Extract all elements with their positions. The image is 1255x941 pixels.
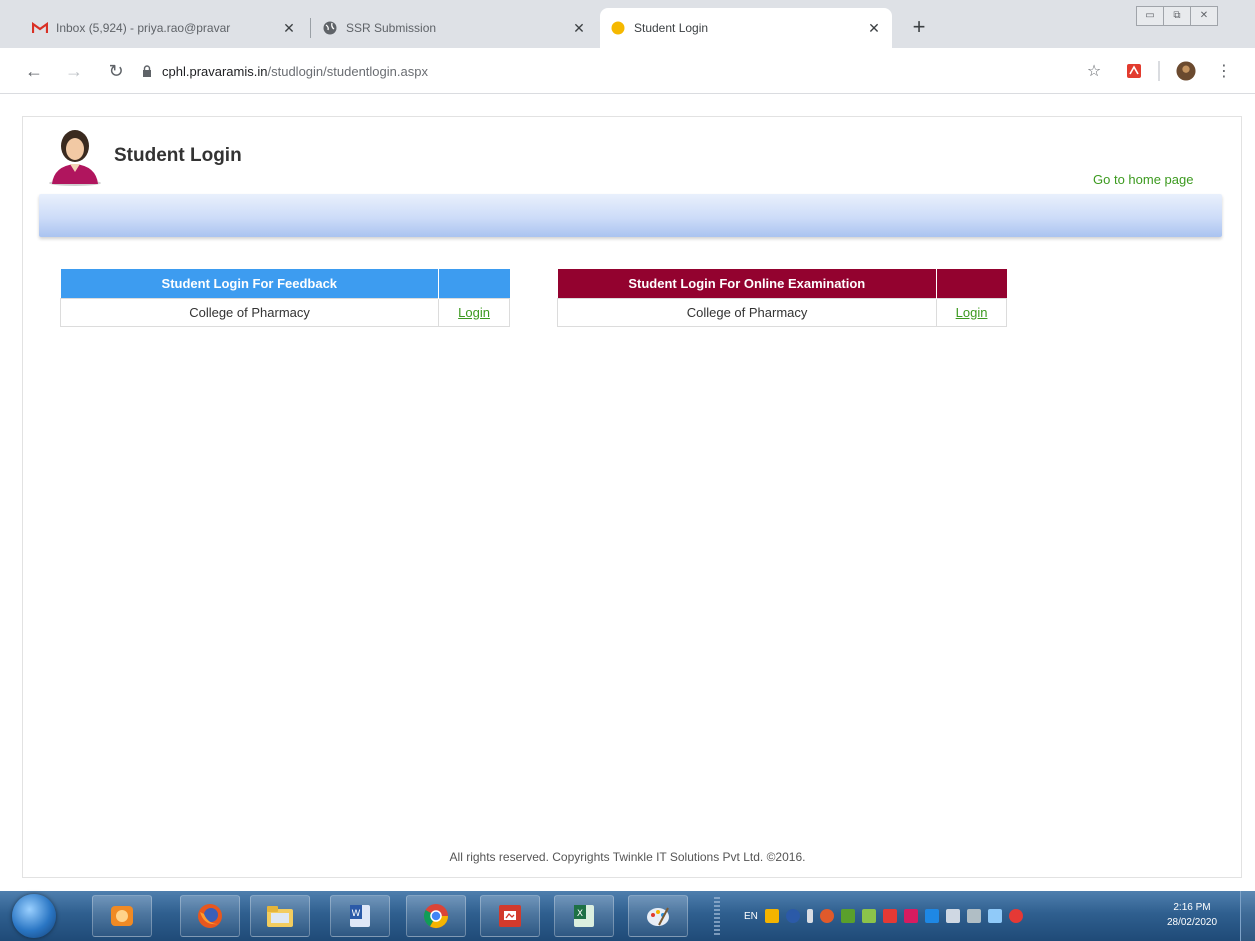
tray-divider [714, 897, 720, 935]
address-bar[interactable]: cphl.pravaramis.in/studlogin/studentlogi… [140, 56, 1080, 86]
college-name-cell: College of Pharmacy [556, 297, 938, 327]
tray-app-icon[interactable] [764, 909, 779, 923]
restore-icon[interactable]: ⧉ [1163, 6, 1191, 26]
header-banner-bar [39, 194, 1222, 237]
power-icon[interactable] [966, 909, 981, 923]
exam-login-table: Student Login For Online Examination Col… [556, 269, 1007, 327]
tray-app-icon[interactable] [882, 909, 897, 923]
page-title: Student Login [114, 145, 242, 166]
close-tab-icon[interactable]: ✕ [571, 20, 587, 37]
extension-icon[interactable] [1124, 61, 1144, 81]
login-cell: Login [438, 297, 510, 327]
college-name-cell: College of Pharmacy [59, 297, 440, 327]
table-header-row: Student Login For Feedback [60, 269, 510, 298]
url-host: cphl.pravaramis.in [162, 63, 268, 79]
table-row: College of Pharmacy Login [59, 297, 510, 327]
svg-text:W: W [352, 909, 361, 919]
excel-icon[interactable]: X [554, 895, 614, 937]
tab-divider [310, 18, 311, 38]
clock-date: 28/02/2020 [1166, 917, 1218, 928]
table-header-row: Student Login For Online Examination [557, 269, 1007, 298]
tab-title: Student Login [634, 21, 709, 35]
presentation-icon[interactable] [480, 895, 540, 937]
close-tab-icon[interactable]: ✕ [866, 20, 882, 37]
file-explorer-icon[interactable] [250, 895, 310, 937]
login-cell: Login [936, 297, 1007, 327]
header-empty-cell [936, 269, 1007, 298]
menu-kebab-icon[interactable]: ⋮ [1214, 61, 1234, 81]
show-desktop-button[interactable] [1240, 891, 1255, 941]
profile-avatar-icon[interactable] [1176, 61, 1196, 81]
volume-muted-icon[interactable] [1008, 909, 1023, 923]
toolbar-divider [1158, 61, 1160, 81]
bookmark-star-icon[interactable]: ☆ [1084, 61, 1104, 81]
browser-toolbar: ← → ↻ cphl.pravaramis.in/studlogin/stude… [0, 48, 1255, 94]
clock-time: 2:16 PM [1173, 902, 1211, 913]
tab-student-login[interactable]: Student Login ✕ [600, 8, 892, 48]
bluetooth-icon[interactable] [924, 909, 939, 923]
firefox-icon[interactable] [180, 895, 240, 937]
new-tab-button[interactable]: + [905, 13, 933, 41]
tray-app-icon[interactable] [861, 909, 876, 923]
taskbar-clock[interactable]: 2:16 PM 28/02/2020 [1160, 900, 1224, 930]
tab-ssr-submission[interactable]: SSR Submission ✕ [312, 8, 597, 48]
chrome-icon[interactable] [406, 895, 466, 937]
student-avatar-icon [48, 126, 102, 186]
exam-table-header: Student Login For Online Examination [557, 269, 937, 298]
tab-title: SSR Submission [346, 21, 437, 35]
start-button[interactable] [12, 894, 56, 938]
back-arrow-icon[interactable]: ← [22, 59, 46, 83]
help-icon[interactable] [785, 909, 800, 923]
header-empty-cell [438, 269, 510, 298]
svg-text:X: X [577, 909, 583, 919]
system-tray: EN [744, 903, 1023, 929]
url-path: /studlogin/studentlogin.aspx [267, 63, 428, 79]
word-icon[interactable]: W [330, 895, 390, 937]
media-player-icon[interactable] [92, 895, 152, 937]
home-page-link[interactable]: Go to home page [1093, 172, 1193, 187]
lock-icon [140, 65, 154, 77]
paint-icon[interactable] [628, 895, 688, 937]
windows-taskbar: W X EN 2:16 PM 28/02/2020 [0, 891, 1255, 941]
minimize-icon[interactable]: ▭ [1136, 6, 1164, 26]
footer-copyright: All rights reserved. Copyrights Twinkle … [449, 850, 806, 864]
close-tab-icon[interactable]: ✕ [281, 20, 297, 37]
tray-app-icon[interactable] [840, 909, 855, 923]
tray-app-icon[interactable] [806, 909, 813, 923]
window-controls: ▭ ⧉ ✕ [1136, 6, 1218, 26]
gmail-icon [32, 20, 48, 36]
close-window-icon[interactable]: ✕ [1190, 6, 1218, 26]
tray-app-icon[interactable] [903, 909, 918, 923]
forward-arrow-icon[interactable]: → [62, 59, 86, 83]
globe-icon [322, 20, 338, 36]
language-indicator[interactable]: EN [744, 911, 758, 922]
feedback-table-header: Student Login For Feedback [60, 269, 439, 298]
tray-app-icon[interactable] [819, 909, 834, 923]
action-center-flag-icon[interactable] [945, 909, 960, 923]
reload-icon[interactable]: ↻ [104, 59, 128, 83]
tab-title: Inbox (5,924) - priya.rao@pravar [56, 21, 231, 35]
exam-login-link[interactable]: Login [956, 305, 988, 320]
feedback-login-table: Student Login For Feedback College of Ph… [59, 269, 510, 327]
site-favicon-icon [610, 20, 626, 36]
browser-tab-strip: Inbox (5,924) - priya.rao@pravar ✕ SSR S… [0, 0, 1255, 48]
tab-gmail-inbox[interactable]: Inbox (5,924) - priya.rao@pravar ✕ [22, 8, 307, 48]
network-signal-icon[interactable] [987, 909, 1002, 923]
feedback-login-link[interactable]: Login [458, 305, 490, 320]
table-row: College of Pharmacy Login [556, 297, 1007, 327]
